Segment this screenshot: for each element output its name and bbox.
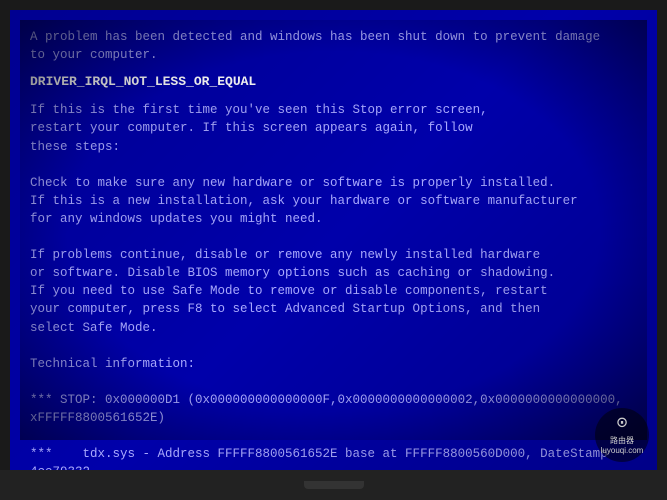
watermark-text: 路由器luyouqi.com: [601, 435, 644, 455]
watermark-icon: ⊙: [617, 415, 628, 433]
error-code: DRIVER_IRQL_NOT_LESS_OR_EQUAL: [30, 74, 637, 89]
bsod-stop-code: *** STOP: 0x000000D1 (0x000000000000000F…: [30, 391, 637, 427]
monitor-frame: A problem has been detected and windows …: [0, 0, 667, 500]
bsod-paragraph3: If problems continue, disable or remove …: [30, 246, 637, 337]
monitor-bottom: [0, 470, 667, 500]
bsod-screen: A problem has been detected and windows …: [10, 10, 657, 470]
bsod-line1: A problem has been detected and windows …: [30, 28, 637, 64]
bsod-paragraph1: If this is the first time you've seen th…: [30, 101, 637, 155]
monitor-stand: [304, 481, 364, 489]
bsod-paragraph2: Check to make sure any new hardware or s…: [30, 174, 637, 228]
bsod-driver-info: *** tdx.sys - Address FFFFF8800561652E b…: [30, 445, 637, 470]
bsod-tech-header: Technical information:: [30, 355, 637, 373]
watermark-badge: ⊙ 路由器luyouqi.com: [595, 408, 649, 462]
